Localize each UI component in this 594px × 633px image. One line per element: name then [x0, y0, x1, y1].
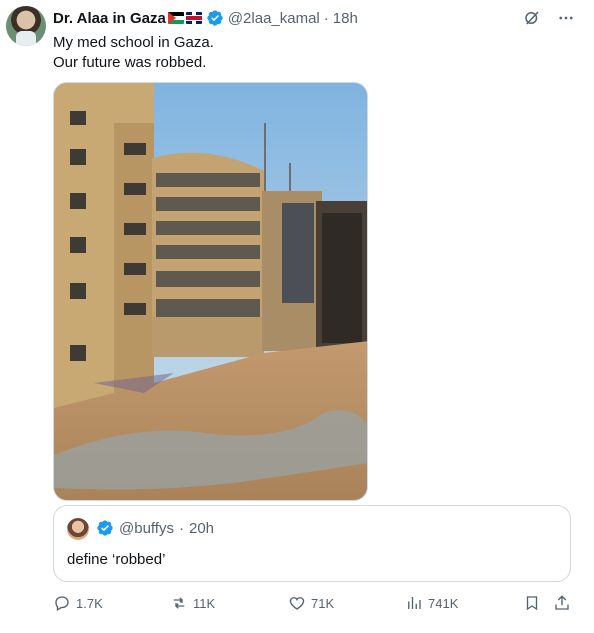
like-count: 71K	[311, 595, 335, 611]
author-name[interactable]: Dr. Alaa in Gaza	[53, 10, 166, 27]
verified-badge-icon[interactable]	[96, 519, 114, 537]
reply-button[interactable]: 1.7K	[53, 594, 103, 612]
separator-dot: ·	[323, 9, 329, 27]
tweet[interactable]: Dr. Alaa in Gaza @2laa_kamal · 18h My me…	[0, 0, 594, 633]
tweet-text: My med school in Gaza. Our future was ro…	[53, 33, 214, 73]
tweet-top-actions	[522, 8, 576, 28]
tweet-photo[interactable]	[53, 82, 368, 501]
quote-author-handle[interactable]: @buffys	[119, 520, 174, 537]
share-icon	[555, 595, 569, 610]
views-icon	[408, 597, 421, 609]
author-avatar[interactable]	[6, 6, 46, 46]
flag-palestine-icon	[167, 12, 184, 24]
share-button[interactable]	[553, 594, 571, 612]
tweet-actions: 1.7K 11K 71K 741K	[53, 594, 571, 616]
quote-author-avatar[interactable]	[67, 518, 89, 540]
quote-header: @buffys · 20h	[96, 519, 214, 537]
author-handle[interactable]: @2laa_kamal	[228, 10, 320, 27]
separator-dot: ·	[178, 519, 184, 537]
reply-count: 1.7K	[76, 595, 103, 611]
quoted-tweet[interactable]: @buffys · 20h define ‘robbed’	[53, 505, 571, 582]
tweet-time[interactable]: 18h	[333, 10, 358, 27]
repost-count: 11K	[193, 595, 216, 611]
heart-icon	[289, 597, 305, 610]
repost-button[interactable]: 11K	[170, 594, 215, 612]
quote-time[interactable]: 20h	[189, 520, 214, 537]
repost-icon	[173, 597, 185, 609]
photo-illustration	[54, 83, 367, 500]
views-button[interactable]: 741K	[405, 594, 458, 612]
bookmark-icon	[526, 596, 538, 611]
flag-uk-icon	[185, 12, 202, 24]
verified-badge-icon[interactable]	[206, 9, 224, 27]
more-icon[interactable]	[556, 8, 576, 28]
tweet-header: Dr. Alaa in Gaza @2laa_kamal · 18h	[53, 8, 358, 28]
views-count: 741K	[428, 595, 459, 611]
tweet-text-line: Our future was robbed.	[53, 54, 207, 71]
grok-icon[interactable]	[522, 8, 542, 28]
tweet-text-line: My med school in Gaza.	[53, 34, 214, 51]
bookmark-button[interactable]	[523, 594, 541, 612]
quote-text: define ‘robbed’	[67, 551, 166, 568]
reply-icon	[55, 596, 69, 611]
like-button[interactable]: 71K	[288, 594, 334, 612]
